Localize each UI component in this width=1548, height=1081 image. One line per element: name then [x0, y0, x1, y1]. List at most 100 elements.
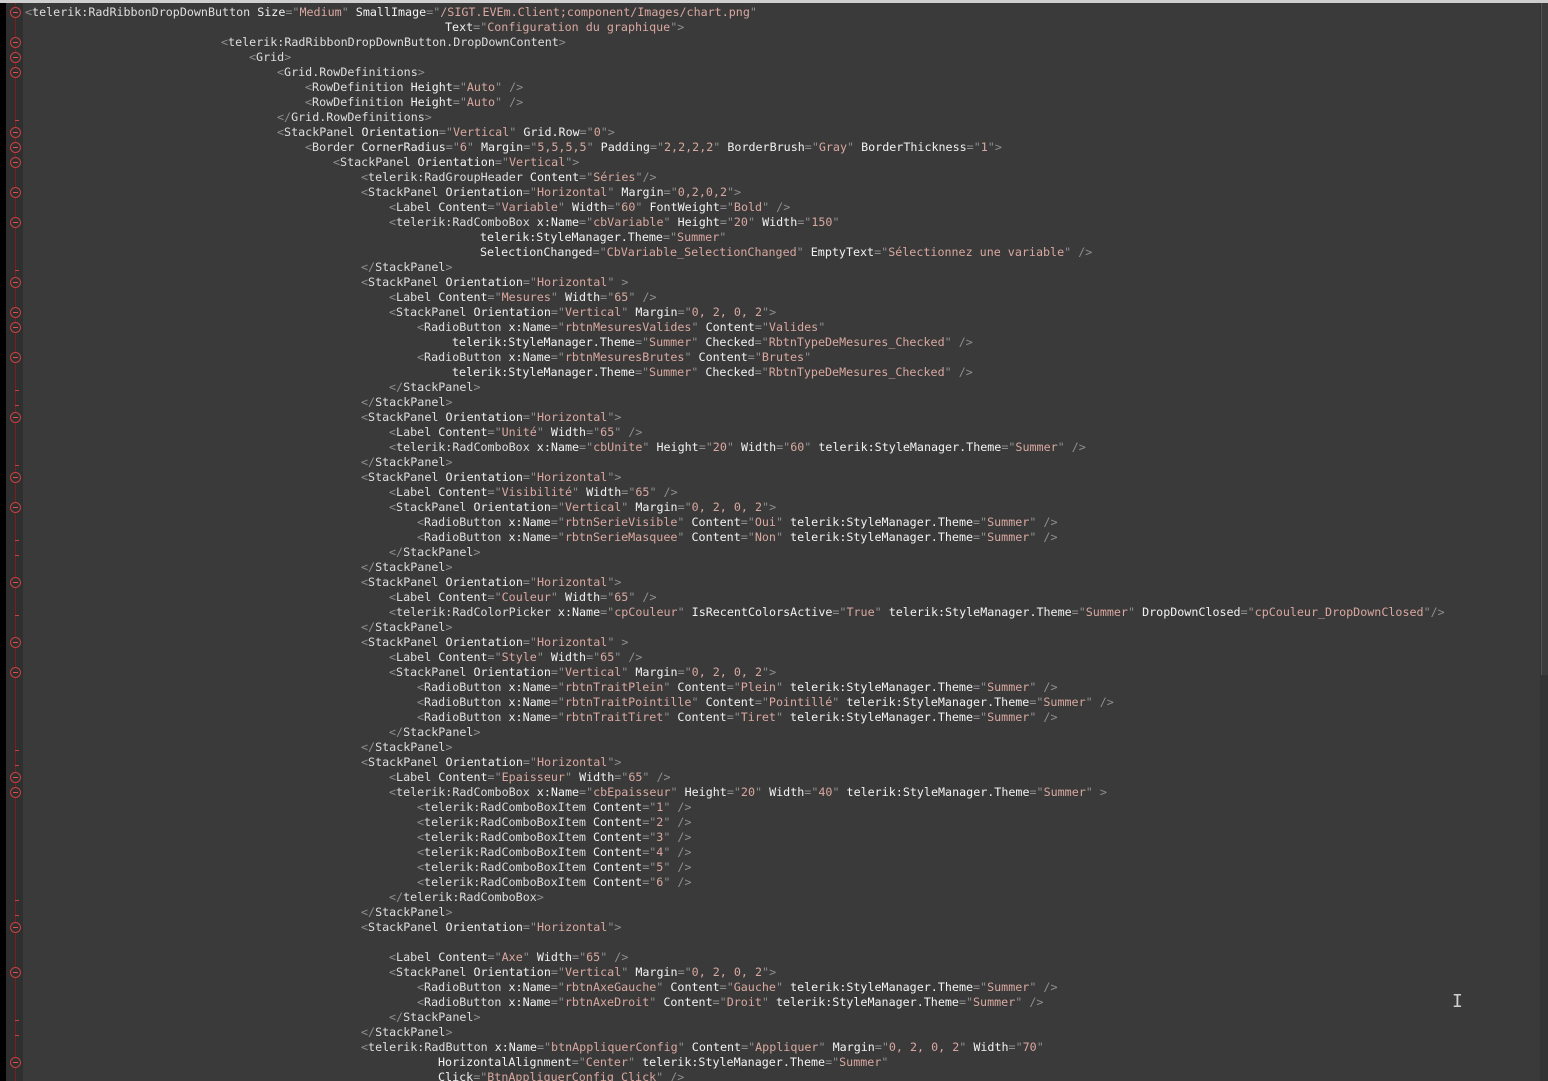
- code-line[interactable]: <StackPanel Orientation="Horizontal" Mar…: [361, 185, 741, 200]
- code-line[interactable]: <StackPanel Orientation="Horizontal">: [361, 470, 621, 485]
- code-line[interactable]: <RadioButton x:Name="rbtnSerieMasquee" C…: [417, 530, 1058, 545]
- code-line[interactable]: <telerik:RadComboBox x:Name="cbVariable"…: [389, 215, 840, 230]
- code-line[interactable]: </StackPanel>: [361, 560, 453, 575]
- collapse-region-icon[interactable]: [10, 577, 21, 588]
- code-line[interactable]: <Grid>: [249, 50, 291, 65]
- code-line[interactable]: <StackPanel Orientation="Vertical" Margi…: [389, 305, 776, 320]
- code-line[interactable]: <StackPanel Orientation="Horizontal">: [361, 575, 621, 590]
- code-line[interactable]: <RowDefinition Height="Auto" />: [305, 80, 523, 95]
- code-line[interactable]: telerik:StyleManager.Theme="Summer": [480, 230, 726, 245]
- code-line[interactable]: <Label Content="Visibilité" Width="65" /…: [389, 485, 678, 500]
- code-line[interactable]: <telerik:RadComboBox x:Name="cbEpaisseur…: [389, 785, 1107, 800]
- code-line[interactable]: </StackPanel>: [361, 455, 453, 470]
- code-line[interactable]: <Label Content="Couleur" Width="65" />: [389, 590, 657, 605]
- code-line[interactable]: HorizontalAlignment="Center" telerik:Sty…: [438, 1055, 888, 1070]
- collapse-region-icon[interactable]: [10, 472, 21, 483]
- collapse-region-icon[interactable]: [10, 217, 21, 228]
- code-line[interactable]: <telerik:RadComboBoxItem Content="1" />: [417, 800, 692, 815]
- collapse-region-icon[interactable]: [10, 187, 21, 198]
- code-line[interactable]: <RowDefinition Height="Auto" />: [305, 95, 523, 110]
- code-line[interactable]: </StackPanel>: [389, 1010, 481, 1025]
- code-line[interactable]: Text="Configuration du graphique">: [445, 20, 684, 35]
- code-line[interactable]: <telerik:RadRibbonDropDownButton.DropDow…: [221, 35, 566, 50]
- code-line[interactable]: </StackPanel>: [389, 545, 481, 560]
- code-line[interactable]: <StackPanel Orientation="Vertical">: [333, 155, 579, 170]
- code-line[interactable]: </StackPanel>: [361, 620, 453, 635]
- collapse-region-icon[interactable]: [10, 412, 21, 423]
- code-token: <: [389, 305, 397, 319]
- code-line[interactable]: <StackPanel Orientation="Horizontal">: [361, 755, 621, 770]
- collapse-region-icon[interactable]: [10, 52, 21, 63]
- code-line[interactable]: <Label Content="Style" Width="65" />: [389, 650, 642, 665]
- code-line[interactable]: <StackPanel Orientation="Horizontal">: [361, 410, 621, 425]
- collapse-region-icon[interactable]: [10, 37, 21, 48]
- code-line[interactable]: </Grid.RowDefinitions>: [277, 110, 432, 125]
- collapse-region-icon[interactable]: [10, 772, 21, 783]
- code-line[interactable]: <Border CornerRadius="6" Margin="5,5,5,5…: [305, 140, 1002, 155]
- collapse-region-icon[interactable]: [10, 352, 21, 363]
- collapse-region-icon[interactable]: [10, 7, 21, 18]
- code-line[interactable]: <telerik:RadComboBoxItem Content="6" />: [417, 875, 692, 890]
- code-line[interactable]: <Label Content="Mesures" Width="65" />: [389, 290, 657, 305]
- code-line[interactable]: <RadioButton x:Name="rbtnAxeDroit" Conte…: [417, 995, 1043, 1010]
- code-line[interactable]: <Label Content="Axe" Width="65" />: [389, 950, 628, 965]
- collapse-region-icon[interactable]: [10, 307, 21, 318]
- collapse-region-icon[interactable]: [10, 787, 21, 798]
- code-line[interactable]: <telerik:RadGroupHeader Content="Séries"…: [361, 170, 657, 185]
- collapse-region-icon[interactable]: [10, 277, 21, 288]
- code-line[interactable]: <RadioButton x:Name="rbtnTraitPointille"…: [417, 695, 1114, 710]
- scrollbar-thumb[interactable]: [1541, 3, 1548, 675]
- code-line[interactable]: <RadioButton x:Name="rbtnAxeGauche" Cont…: [417, 980, 1058, 995]
- code-line[interactable]: </StackPanel>: [361, 395, 453, 410]
- code-line[interactable]: <Label Content="Epaisseur" Width="65" />: [389, 770, 671, 785]
- collapse-region-icon[interactable]: [10, 967, 21, 978]
- code-line[interactable]: <telerik:RadComboBoxItem Content="4" />: [417, 845, 692, 860]
- code-line[interactable]: <Label Content="Variable" Width="60" Fon…: [389, 200, 790, 215]
- code-line[interactable]: <StackPanel Orientation="Horizontal">: [361, 920, 621, 935]
- code-line[interactable]: <RadioButton x:Name="rbtnSerieVisible" C…: [417, 515, 1058, 530]
- code-line[interactable]: <telerik:RadComboBox x:Name="cbUnite" He…: [389, 440, 1086, 455]
- collapse-region-icon[interactable]: [10, 637, 21, 648]
- code-line[interactable]: telerik:StyleManager.Theme="Summer" Chec…: [452, 335, 973, 350]
- code-line[interactable]: <StackPanel Orientation="Vertical" Margi…: [389, 965, 776, 980]
- code-line[interactable]: <StackPanel Orientation="Vertical" Grid.…: [277, 125, 615, 140]
- code-line[interactable]: </StackPanel>: [361, 740, 453, 755]
- collapse-region-icon[interactable]: [10, 667, 21, 678]
- collapse-region-icon[interactable]: [10, 322, 21, 333]
- code-line[interactable]: </StackPanel>: [389, 725, 481, 740]
- code-line[interactable]: </telerik:RadComboBox>: [389, 890, 544, 905]
- code-line[interactable]: <RadioButton x:Name="rbtnTraitPlein" Con…: [417, 680, 1057, 695]
- code-line[interactable]: <telerik:RadButton x:Name="btnAppliquerC…: [361, 1040, 1044, 1055]
- collapse-region-icon[interactable]: [10, 142, 21, 153]
- code-line[interactable]: <telerik:RadComboBoxItem Content="5" />: [417, 860, 692, 875]
- collapse-region-icon[interactable]: [10, 1057, 21, 1068]
- code-line[interactable]: <telerik:RadColorPicker x:Name="cpCouleu…: [389, 605, 1445, 620]
- code-line[interactable]: </StackPanel>: [389, 380, 481, 395]
- code-line[interactable]: <StackPanel Orientation="Horizontal" >: [361, 635, 628, 650]
- code-line[interactable]: <Label Content="Unité" Width="65" />: [389, 425, 642, 440]
- code-line[interactable]: <telerik:RadRibbonDropDownButton Size="M…: [25, 5, 757, 20]
- code-line[interactable]: <RadioButton x:Name="rbtnTraitTiret" Con…: [417, 710, 1057, 725]
- code-line[interactable]: </StackPanel>: [361, 1025, 453, 1040]
- code-line[interactable]: </StackPanel>: [361, 260, 453, 275]
- collapse-region-icon[interactable]: [10, 502, 21, 513]
- code-editor[interactable]: <telerik:RadRibbonDropDownButton Size="M…: [23, 3, 1540, 1081]
- code-line[interactable]: <RadioButton x:Name="rbtnMesuresBrutes" …: [417, 350, 811, 365]
- code-line[interactable]: telerik:StyleManager.Theme="Summer" Chec…: [452, 365, 973, 380]
- collapse-region-icon[interactable]: [10, 67, 21, 78]
- code-line[interactable]: <telerik:RadComboBoxItem Content="2" />: [417, 815, 692, 830]
- code-line[interactable]: Click="BtnAppliquerConfig_Click" />: [438, 1070, 684, 1081]
- code-line[interactable]: <StackPanel Orientation="Vertical" Margi…: [389, 500, 776, 515]
- code-line[interactable]: SelectionChanged="CbVariable_SelectionCh…: [480, 245, 1092, 260]
- code-line[interactable]: <Grid.RowDefinitions>: [277, 65, 425, 80]
- code-line[interactable]: <RadioButton x:Name="rbtnMesuresValides"…: [417, 320, 825, 335]
- collapse-region-icon[interactable]: [10, 127, 21, 138]
- code-line[interactable]: <StackPanel Orientation="Horizontal" >: [361, 275, 628, 290]
- collapse-region-icon[interactable]: [10, 157, 21, 168]
- code-line[interactable]: <telerik:RadComboBoxItem Content="3" />: [417, 830, 692, 845]
- code-line[interactable]: <StackPanel Orientation="Vertical" Margi…: [389, 665, 776, 680]
- code-token: Orientation: [361, 125, 439, 139]
- collapse-region-icon[interactable]: [10, 922, 21, 933]
- vertical-scrollbar[interactable]: [1540, 3, 1548, 1081]
- code-line[interactable]: </StackPanel>: [361, 905, 453, 920]
